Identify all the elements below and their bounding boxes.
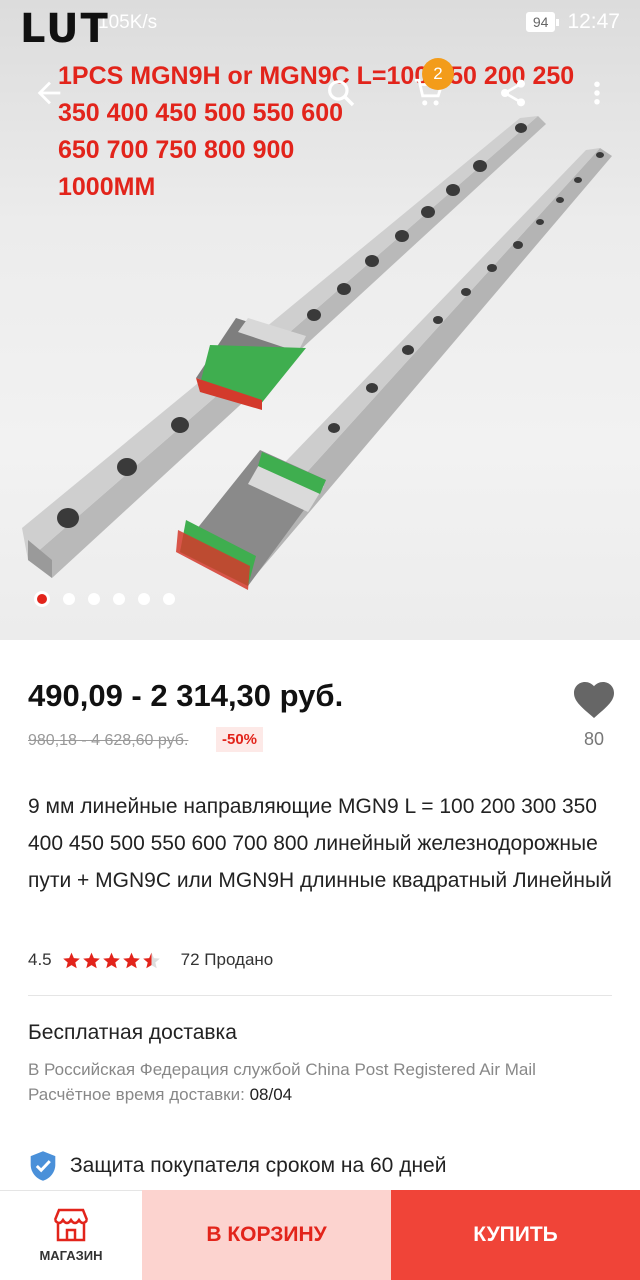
back-button[interactable]: [26, 70, 72, 116]
star-icon: [62, 952, 80, 968]
promo-line: 650 700 750 800 900: [58, 136, 295, 164]
discount-badge: -50%: [216, 727, 264, 752]
clock: 12:47: [567, 10, 620, 33]
buyer-protection-text: Защита покупателя сроком на 60 дней: [70, 1154, 447, 1177]
product-price: 490,09 - 2 314,30 руб.: [28, 678, 344, 713]
rating-row[interactable]: 4.5 72 Продано: [28, 950, 273, 970]
buyer-protection-row[interactable]: Защита покупателя сроком на 60 дней: [28, 1150, 446, 1182]
pagination-dot[interactable]: [34, 591, 50, 607]
share-icon: [501, 79, 525, 107]
shipping-title[interactable]: Бесплатная доставка: [28, 1021, 237, 1045]
add-to-cart-button[interactable]: В КОРЗИНУ: [142, 1190, 391, 1280]
buy-now-button[interactable]: КУПИТЬ: [391, 1190, 640, 1280]
search-button[interactable]: [318, 70, 364, 116]
pagination-dot[interactable]: [163, 593, 175, 605]
star-half-icon: [142, 952, 160, 968]
shipping-time: Расчётное время доставки: 08/04: [28, 1085, 292, 1105]
divider: [28, 995, 612, 996]
store-label: МАГАЗИН: [39, 1248, 103, 1263]
status-bar: LUT 105K/s 94 12:47: [0, 0, 640, 52]
promo-line: 1000MM: [58, 173, 156, 201]
star-icon: [82, 952, 100, 968]
shipping-time-value: 08/04: [249, 1085, 293, 1104]
star-icon: [102, 952, 120, 968]
more-vertical-icon: [594, 81, 600, 105]
back-arrow-icon: [37, 81, 61, 105]
pagination-dot[interactable]: [63, 593, 75, 605]
more-button[interactable]: [574, 70, 620, 116]
carrier-logo: LUT: [20, 6, 110, 52]
shipping-description: В Российская Федерация службой China Pos…: [28, 1060, 536, 1079]
heart-icon: [574, 682, 614, 718]
bottom-action-bar: МАГАЗИН В КОРЗИНУ КУПИТЬ: [0, 1190, 640, 1280]
store-icon: [53, 1208, 89, 1242]
pagination-dot[interactable]: [113, 593, 125, 605]
store-button[interactable]: МАГАЗИН: [0, 1190, 142, 1280]
rating-value: 4.5: [28, 950, 52, 969]
search-icon: [328, 80, 355, 107]
shield-check-icon: [30, 1151, 56, 1181]
sold-count: 72 Продано: [180, 950, 274, 969]
share-button[interactable]: [490, 70, 536, 116]
star-icon: [122, 952, 140, 968]
pagination-dot[interactable]: [88, 593, 100, 605]
product-image-gallery[interactable]: LUT 105K/s 94 12:47 1PCS MGN9H or MGN9C …: [0, 0, 640, 640]
cart-count-badge: 2: [422, 58, 454, 90]
pagination-dot[interactable]: [138, 593, 150, 605]
favorite-button[interactable]: [570, 676, 618, 720]
battery-icon: 94: [525, 12, 559, 32]
original-price: 980,18 - 4 628,60 руб.: [28, 732, 189, 749]
shipping-time-label: Расчётное время доставки:: [28, 1085, 245, 1104]
favorites-count: 80: [583, 729, 605, 749]
gallery-pagination[interactable]: [34, 591, 175, 607]
rating-stars: [62, 951, 161, 970]
product-title: 9 мм линейные направляющие MGN9 L = 100 …: [28, 795, 612, 892]
